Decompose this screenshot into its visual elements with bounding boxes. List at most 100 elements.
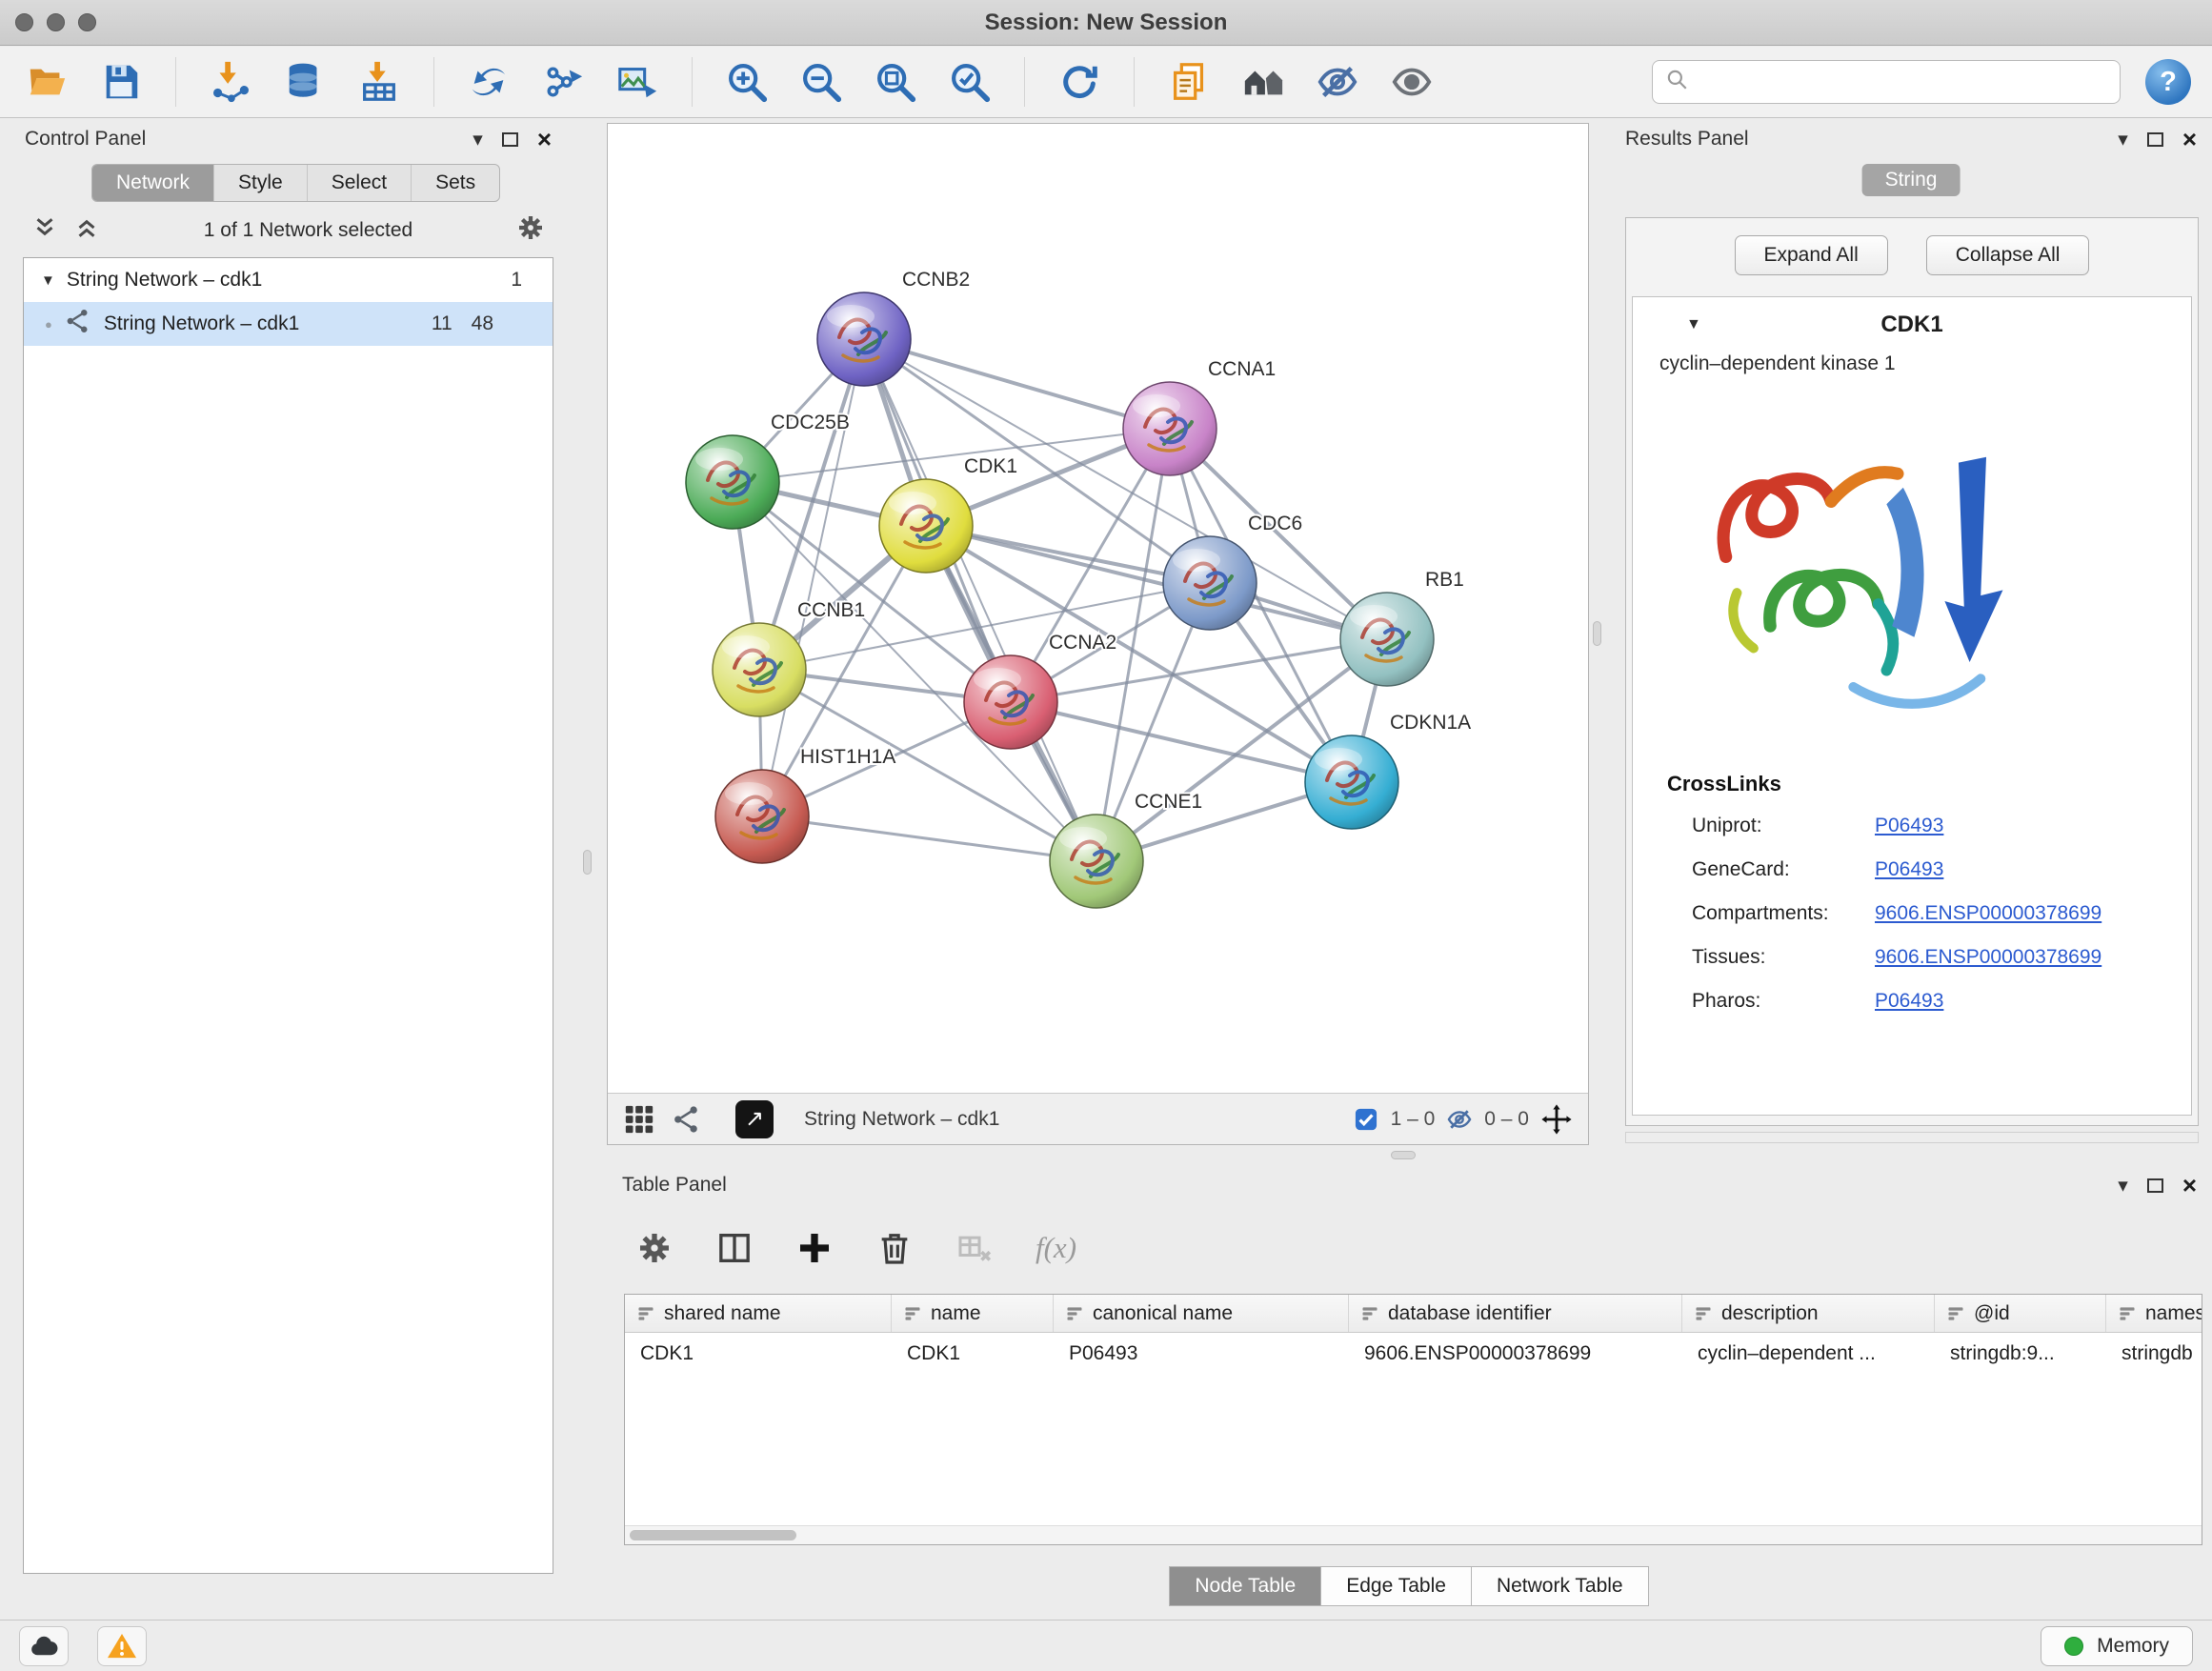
network-edge[interactable] <box>762 816 1096 861</box>
network-node-CCNA1[interactable] <box>1123 382 1217 475</box>
table-row[interactable]: CDK1CDK1P064939606.ENSP00000378699cyclin… <box>625 1333 2202 1375</box>
column-header--id[interactable]: @id <box>1935 1295 2106 1332</box>
crosslink-link-genecard[interactable]: P06493 <box>1875 858 1943 881</box>
results-scrollbar[interactable] <box>1625 1132 2199 1143</box>
add-column-icon[interactable] <box>795 1229 834 1267</box>
crosslink-link-tissues[interactable]: 9606.ENSP00000378699 <box>1875 946 2101 969</box>
birds-eye-view-icon[interactable] <box>623 1103 655 1136</box>
scrollbar-thumb[interactable] <box>630 1530 796 1540</box>
collection-expand-icon[interactable]: ▼ <box>41 272 55 289</box>
close-window-button[interactable] <box>15 13 33 31</box>
table-horizontal-scrollbar[interactable] <box>625 1525 2202 1544</box>
column-header-name[interactable]: name <box>892 1295 1054 1332</box>
table-panel-menu-icon[interactable]: ▾ <box>2118 1174 2128 1198</box>
network-overview-icon[interactable] <box>671 1103 703 1136</box>
show-columns-icon[interactable] <box>715 1229 754 1267</box>
fit-selected-crosshair-icon[interactable] <box>1540 1103 1573 1136</box>
network-edge[interactable] <box>864 339 1096 861</box>
memory-button[interactable]: Memory <box>2041 1626 2193 1666</box>
column-header-canonical-name[interactable]: canonical name <box>1054 1295 1349 1332</box>
delete-column-icon[interactable] <box>875 1229 914 1267</box>
help-button[interactable]: ? <box>2145 59 2191 105</box>
clear-table-icon[interactable] <box>955 1229 994 1267</box>
minimize-window-button[interactable] <box>47 13 65 31</box>
network-node-CDC6[interactable] <box>1163 536 1257 630</box>
control-panel-menu-icon[interactable]: ▾ <box>473 128 483 151</box>
warning-icon[interactable] <box>97 1626 147 1666</box>
import-network-database-icon[interactable] <box>279 56 331 108</box>
export-image-icon[interactable] <box>612 56 663 108</box>
crosslink-link-pharos[interactable]: P06493 <box>1875 990 1943 1013</box>
table-panel-close-icon[interactable]: × <box>2182 1173 2197 1198</box>
maximize-window-button[interactable] <box>78 13 96 31</box>
network-canvas[interactable]: CCNB2CCNA1CDC25BCDK1CDC6RB1CCNB1CCNA2CDK… <box>608 124 1588 1093</box>
copy-document-icon[interactable] <box>1163 56 1215 108</box>
network-tree-row[interactable]: ▼String Network – cdk11 <box>24 258 553 302</box>
collapse-all-networks-icon[interactable] <box>30 213 59 248</box>
results-panel-menu-icon[interactable]: ▾ <box>2118 128 2128 151</box>
network-node-CDKN1A[interactable] <box>1305 735 1398 829</box>
column-header-shared-name[interactable]: shared name <box>625 1295 892 1332</box>
bottom-splitter-handle[interactable] <box>1391 1151 1416 1159</box>
network-node-CCNB2[interactable] <box>817 292 911 386</box>
network-node-HIST1H1A[interactable] <box>715 770 809 863</box>
tab-sets[interactable]: Sets <box>412 165 499 201</box>
column-header-namespace[interactable]: namespace <box>2106 1295 2202 1332</box>
column-header-description[interactable]: description <box>1682 1295 1935 1332</box>
network-arrows-icon[interactable] <box>463 56 514 108</box>
save-session-icon[interactable] <box>95 56 147 108</box>
column-header-database-identifier[interactable]: database identifier <box>1349 1295 1682 1332</box>
zoom-fit-icon[interactable] <box>870 56 921 108</box>
table-cell[interactable]: CDK1 <box>625 1342 892 1365</box>
zoom-out-icon[interactable] <box>795 56 847 108</box>
results-panel-close-icon[interactable]: × <box>2182 127 2197 151</box>
search-input[interactable] <box>1699 70 2108 93</box>
show-graphics-icon[interactable] <box>1386 56 1438 108</box>
control-panel-close-icon[interactable]: × <box>537 127 552 151</box>
table-cell[interactable]: cyclin–dependent ... <box>1682 1342 1935 1365</box>
network-node-CDK1[interactable] <box>879 479 973 573</box>
expand-all-networks-icon[interactable] <box>72 213 101 248</box>
left-splitter-handle[interactable] <box>583 850 592 875</box>
table-panel-float-icon[interactable] <box>2147 1178 2163 1193</box>
tab-style[interactable]: Style <box>214 165 308 201</box>
network-options-gear-icon[interactable] <box>515 212 546 249</box>
expand-all-button[interactable]: Expand All <box>1735 235 1888 275</box>
network-node-CCNB1[interactable] <box>713 623 806 716</box>
collapse-section-icon[interactable]: ▼ <box>1686 316 1701 333</box>
refresh-layout-icon[interactable] <box>1054 56 1105 108</box>
open-session-icon[interactable] <box>21 56 72 108</box>
zoom-selected-icon[interactable] <box>944 56 995 108</box>
export-network-icon[interactable] <box>537 56 589 108</box>
tab-string[interactable]: String <box>1862 164 1961 196</box>
cloud-icon[interactable] <box>19 1626 69 1666</box>
table-cell[interactable]: CDK1 <box>892 1342 1054 1365</box>
results-panel-float-icon[interactable] <box>2147 132 2163 147</box>
network-edge[interactable] <box>864 339 1170 429</box>
import-network-file-icon[interactable] <box>205 56 256 108</box>
tab-select[interactable]: Select <box>308 165 412 201</box>
table-cell[interactable]: stringdb:9... <box>1935 1342 2106 1365</box>
collapse-all-button[interactable]: Collapse All <box>1926 235 2090 275</box>
export-view-button[interactable]: ↗ <box>735 1100 774 1138</box>
import-table-icon[interactable] <box>353 56 405 108</box>
table-cell[interactable]: stringdb <box>2106 1342 2202 1365</box>
crosslink-link-compartments[interactable]: 9606.ENSP00000378699 <box>1875 902 2101 925</box>
zoom-in-icon[interactable] <box>721 56 773 108</box>
function-builder-icon[interactable]: f(x) <box>1036 1231 1076 1265</box>
right-splitter-handle[interactable] <box>1593 621 1601 646</box>
selected-elements-checkbox-icon[interactable] <box>1353 1106 1379 1133</box>
tab-network-table[interactable]: Network Table <box>1471 1566 1649 1606</box>
network-node-CCNE1[interactable] <box>1050 815 1143 908</box>
tab-network[interactable]: Network <box>92 165 214 201</box>
table-cell[interactable]: P06493 <box>1054 1342 1349 1365</box>
network-node-CDC25B[interactable] <box>686 435 779 529</box>
tab-edge-table[interactable]: Edge Table <box>1320 1566 1472 1606</box>
hide-graphics-icon[interactable] <box>1312 56 1363 108</box>
control-panel-float-icon[interactable] <box>502 132 518 147</box>
crosslink-link-uniprot[interactable]: P06493 <box>1875 815 1943 837</box>
search-sites-icon[interactable] <box>1237 56 1289 108</box>
tab-node-table[interactable]: Node Table <box>1169 1566 1321 1606</box>
search-box[interactable] <box>1652 60 2121 104</box>
table-cell[interactable]: 9606.ENSP00000378699 <box>1349 1342 1682 1365</box>
